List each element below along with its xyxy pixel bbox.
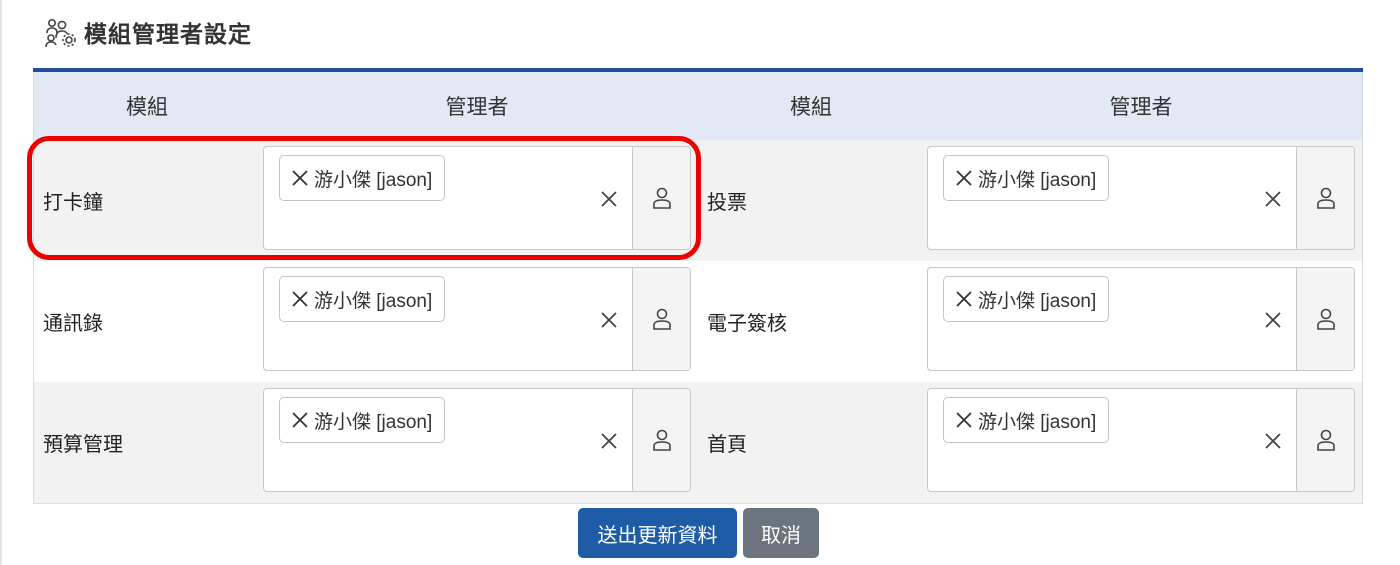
user-group-gear-icon xyxy=(45,18,76,48)
admin-tag-label: 游小傑 [jason] xyxy=(314,169,433,191)
select-user-button[interactable] xyxy=(1296,268,1354,370)
admin-selector[interactable]: 游小傑 [jason] xyxy=(263,388,691,492)
table-row: 預算管理 游小傑 [jason] 首頁 游小傑 [jason] xyxy=(33,382,1363,504)
admin-select-field[interactable]: 游小傑 [jason] xyxy=(928,147,1296,249)
select-user-button[interactable] xyxy=(632,268,690,370)
user-icon xyxy=(652,429,671,451)
user-icon xyxy=(1316,429,1335,451)
admin-selector[interactable]: 游小傑 [jason] xyxy=(927,267,1355,371)
remove-tag-icon[interactable] xyxy=(290,168,310,188)
clear-icon[interactable] xyxy=(599,189,619,209)
module-name: 電子簽核 xyxy=(707,313,787,335)
admin-selector[interactable]: 游小傑 [jason] xyxy=(263,146,691,250)
remove-tag-icon[interactable] xyxy=(954,410,974,430)
table-row: 通訊錄 游小傑 [jason] 電子簽核 游小傑 [jason] xyxy=(33,261,1363,382)
admin-selector[interactable]: 游小傑 [jason] xyxy=(927,146,1355,250)
user-icon xyxy=(652,187,671,209)
clear-icon[interactable] xyxy=(599,310,619,330)
admin-tag-label: 游小傑 [jason] xyxy=(314,290,433,312)
admin-select-field[interactable]: 游小傑 [jason] xyxy=(928,268,1296,370)
table-row: 打卡鐘 游小傑 [jason] 投票 游小傑 [jason] xyxy=(33,140,1363,261)
user-icon xyxy=(1316,308,1335,330)
admin-tag[interactable]: 游小傑 [jason] xyxy=(943,276,1110,322)
admin-selector[interactable]: 游小傑 [jason] xyxy=(263,267,691,371)
table-header: 模組 管理者 模組 管理者 xyxy=(33,72,1363,140)
clear-icon[interactable] xyxy=(1263,189,1283,209)
admin-tag[interactable]: 游小傑 [jason] xyxy=(279,276,446,322)
submit-update-button[interactable]: 送出更新資料 xyxy=(578,508,737,558)
remove-tag-icon[interactable] xyxy=(290,289,310,309)
admin-select-field[interactable]: 游小傑 [jason] xyxy=(264,268,632,370)
module-admin-table: 模組 管理者 模組 管理者 打卡鐘 游小傑 [jason] 投票 游小傑 [ja… xyxy=(33,68,1363,504)
admin-tag[interactable]: 游小傑 [jason] xyxy=(943,397,1110,443)
column-header-admin: 管理者 xyxy=(1109,96,1173,119)
cancel-button[interactable]: 取消 xyxy=(743,508,819,558)
remove-tag-icon[interactable] xyxy=(954,168,974,188)
admin-select-field[interactable]: 游小傑 [jason] xyxy=(264,389,632,491)
select-user-button[interactable] xyxy=(632,389,690,491)
admin-tag-label: 游小傑 [jason] xyxy=(978,411,1097,433)
remove-tag-icon[interactable] xyxy=(290,410,310,430)
module-name: 打卡鐘 xyxy=(43,192,103,214)
admin-tag-label: 游小傑 [jason] xyxy=(314,411,433,433)
admin-tag[interactable]: 游小傑 [jason] xyxy=(279,155,446,201)
module-name: 投票 xyxy=(707,192,747,214)
column-header-admin: 管理者 xyxy=(445,96,509,119)
clear-icon[interactable] xyxy=(1263,431,1283,451)
admin-tag[interactable]: 游小傑 [jason] xyxy=(279,397,446,443)
column-header-module: 模組 xyxy=(790,96,832,119)
left-edge-rule xyxy=(0,0,2,565)
select-user-button[interactable] xyxy=(1296,389,1354,491)
clear-icon[interactable] xyxy=(599,431,619,451)
admin-tag[interactable]: 游小傑 [jason] xyxy=(943,155,1110,201)
page-header: 模組管理者設定 xyxy=(44,14,252,50)
admin-tag-label: 游小傑 [jason] xyxy=(978,169,1097,191)
select-user-button[interactable] xyxy=(1296,147,1354,249)
column-header-module: 模組 xyxy=(126,96,168,119)
admin-select-field[interactable]: 游小傑 [jason] xyxy=(928,389,1296,491)
admin-tag-label: 游小傑 [jason] xyxy=(978,290,1097,312)
module-name: 通訊錄 xyxy=(43,313,103,335)
page-title: 模組管理者設定 xyxy=(84,21,252,47)
admin-selector[interactable]: 游小傑 [jason] xyxy=(927,388,1355,492)
user-icon xyxy=(1316,187,1335,209)
module-name: 首頁 xyxy=(707,434,747,456)
admin-select-field[interactable]: 游小傑 [jason] xyxy=(264,147,632,249)
module-name: 預算管理 xyxy=(43,434,123,456)
clear-icon[interactable] xyxy=(1263,310,1283,330)
remove-tag-icon[interactable] xyxy=(954,289,974,309)
user-icon xyxy=(652,308,671,330)
select-user-button[interactable] xyxy=(632,147,690,249)
